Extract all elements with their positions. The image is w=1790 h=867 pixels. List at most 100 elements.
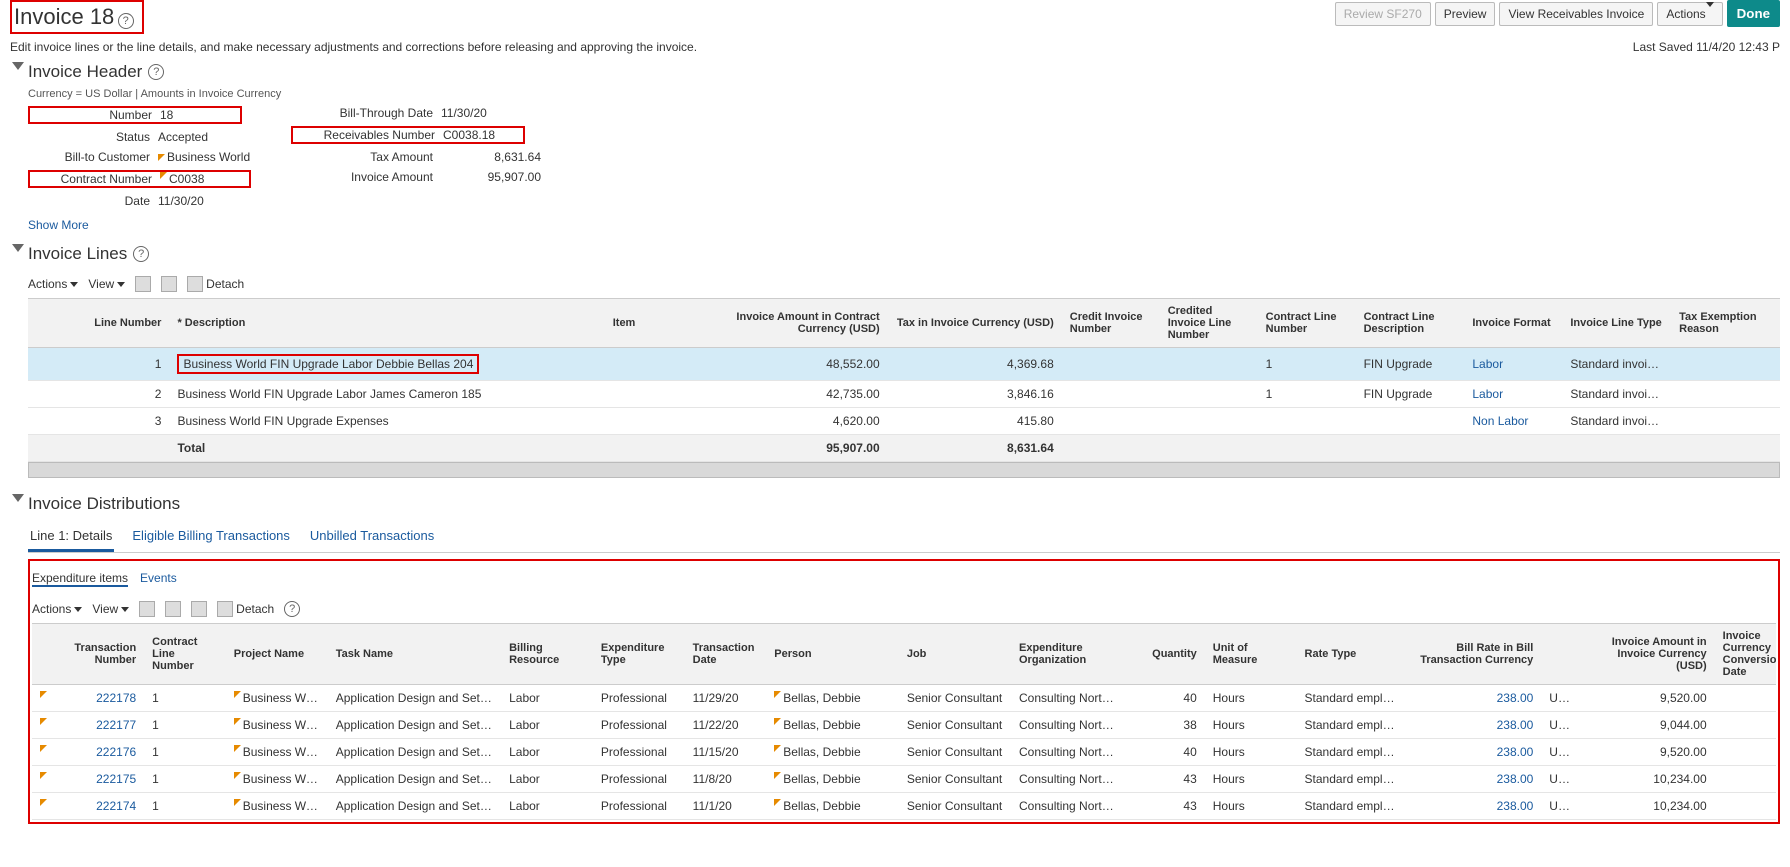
col-inv-line-type[interactable]: Invoice Line Type bbox=[1562, 299, 1671, 348]
col-inv-amt[interactable]: Invoice Amount in Contract Currency (USD… bbox=[714, 299, 888, 348]
col-tax[interactable]: Tax in Invoice Currency (USD) bbox=[888, 299, 1062, 348]
col-transaction-date[interactable]: Transaction Date bbox=[685, 624, 767, 685]
table-row[interactable]: 3Business World FIN Upgrade Expenses4,62… bbox=[28, 408, 1780, 435]
table-row[interactable]: 2221771Business World…Application Design… bbox=[32, 712, 1776, 739]
subtab-expenditure-items[interactable]: Expenditure items bbox=[32, 571, 128, 587]
flag-icon bbox=[160, 172, 167, 179]
col-bill-rate[interactable]: Bill Rate in Bill Transaction Currency bbox=[1409, 624, 1542, 685]
bill-to-value[interactable]: Business World bbox=[167, 150, 250, 164]
contract-label: Contract Number bbox=[30, 172, 160, 186]
col-uom[interactable]: Unit of Measure bbox=[1205, 624, 1297, 685]
cell-credited-line bbox=[1160, 408, 1258, 435]
help-icon[interactable]: ? bbox=[148, 64, 164, 80]
col-description[interactable]: * Description bbox=[169, 299, 604, 348]
cell-rate[interactable]: 238.00 bbox=[1409, 739, 1542, 766]
cell-proj: Business World… bbox=[226, 685, 328, 712]
col-contract-line[interactable]: Contract Line Number bbox=[1258, 299, 1356, 348]
view-receivables-button[interactable]: View Receivables Invoice bbox=[1499, 2, 1653, 26]
subtab-events[interactable]: Events bbox=[140, 571, 177, 587]
distributions-title: Invoice Distributions bbox=[28, 494, 180, 514]
cell-uom: Hours bbox=[1205, 766, 1297, 793]
format-icon[interactable] bbox=[135, 276, 151, 292]
cell-br: Labor bbox=[501, 793, 593, 820]
col-line-number[interactable]: Line Number bbox=[72, 299, 170, 348]
collapse-icon[interactable] bbox=[12, 62, 24, 70]
col-rate-type[interactable]: Rate Type bbox=[1297, 624, 1409, 685]
review-sf270-button[interactable]: Review SF270 bbox=[1335, 2, 1431, 26]
tab-line-details[interactable]: Line 1: Details bbox=[28, 522, 114, 552]
date-label: Date bbox=[28, 194, 158, 208]
table-row[interactable]: 1Business World FIN Upgrade Labor Debbie… bbox=[28, 348, 1780, 381]
cell-format[interactable]: Non Labor bbox=[1464, 408, 1562, 435]
tab-unbilled[interactable]: Unbilled Transactions bbox=[308, 522, 436, 552]
col-quantity[interactable]: Quantity bbox=[1133, 624, 1204, 685]
col-project[interactable]: Project Name bbox=[226, 624, 328, 685]
cell-person: Bellas, Debbie bbox=[766, 712, 899, 739]
cell-credit-inv bbox=[1062, 381, 1160, 408]
cell-org: Consulting Nort… bbox=[1011, 739, 1133, 766]
col-item[interactable]: Item bbox=[605, 299, 714, 348]
tab-eligible-billing[interactable]: Eligible Billing Transactions bbox=[130, 522, 292, 552]
table-row[interactable]: 2221741Business World…Application Design… bbox=[32, 793, 1776, 820]
help-icon[interactable]: ? bbox=[284, 601, 300, 617]
cell-txn[interactable]: 222176 bbox=[63, 739, 145, 766]
cell-rate[interactable]: 238.00 bbox=[1409, 712, 1542, 739]
actions-menu[interactable]: Actions bbox=[28, 277, 78, 291]
last-saved: Last Saved 11/4/20 12:43 P bbox=[1633, 40, 1780, 54]
freeze-icon[interactable] bbox=[165, 601, 181, 617]
cell-rate[interactable]: 238.00 bbox=[1409, 793, 1542, 820]
table-row[interactable]: 2221751Business World…Application Design… bbox=[32, 766, 1776, 793]
cell-txn[interactable]: 222174 bbox=[63, 793, 145, 820]
col-exp-org[interactable]: Expenditure Organization bbox=[1011, 624, 1133, 685]
view-menu[interactable]: View bbox=[92, 602, 129, 616]
cell-txn[interactable]: 222177 bbox=[63, 712, 145, 739]
done-button[interactable]: Done bbox=[1727, 0, 1780, 27]
cell-rate[interactable]: 238.00 bbox=[1409, 766, 1542, 793]
col-inv-amt[interactable]: Invoice Amount in Invoice Currency (USD) bbox=[1582, 624, 1715, 685]
col-credit-inv[interactable]: Credit Invoice Number bbox=[1062, 299, 1160, 348]
cell-job: Senior Consultant bbox=[899, 685, 1011, 712]
format-icon[interactable] bbox=[139, 601, 155, 617]
cell-format[interactable]: Labor bbox=[1464, 348, 1562, 381]
cell-txn[interactable]: 222175 bbox=[63, 766, 145, 793]
collapse-icon[interactable] bbox=[12, 494, 24, 502]
cell-txn[interactable]: 222178 bbox=[63, 685, 145, 712]
show-more-link[interactable]: Show More bbox=[28, 218, 89, 232]
wrap-icon[interactable] bbox=[191, 601, 207, 617]
col-contract-line-num[interactable]: Contract Line Number bbox=[144, 624, 226, 685]
view-menu[interactable]: View bbox=[88, 277, 125, 291]
detach-button[interactable]: Detach bbox=[187, 276, 244, 292]
col-inv-format[interactable]: Invoice Format bbox=[1464, 299, 1562, 348]
col-job[interactable]: Job bbox=[899, 624, 1011, 685]
col-credited-line[interactable]: Credited Invoice Line Number bbox=[1160, 299, 1258, 348]
col-person[interactable]: Person bbox=[766, 624, 899, 685]
horizontal-scrollbar[interactable] bbox=[28, 462, 1780, 478]
cell-task: Application Design and Setup bbox=[328, 793, 501, 820]
collapse-icon[interactable] bbox=[12, 244, 24, 252]
wrap-icon[interactable] bbox=[161, 276, 177, 292]
col-task[interactable]: Task Name bbox=[328, 624, 501, 685]
col-billing-resource[interactable]: Billing Resource bbox=[501, 624, 593, 685]
actions-menu[interactable]: Actions bbox=[32, 602, 82, 616]
cell-person: Bellas, Debbie bbox=[766, 739, 899, 766]
cell-format[interactable]: Labor bbox=[1464, 381, 1562, 408]
table-row[interactable]: 2221761Business World…Application Design… bbox=[32, 739, 1776, 766]
col-expenditure-type[interactable]: Expenditure Type bbox=[593, 624, 685, 685]
table-row[interactable]: 2Business World FIN Upgrade Labor James … bbox=[28, 381, 1780, 408]
help-icon[interactable]: ? bbox=[133, 246, 149, 262]
cell-rt: Standard emplo… bbox=[1297, 685, 1409, 712]
cell-br: Labor bbox=[501, 766, 593, 793]
col-contract-desc[interactable]: Contract Line Description bbox=[1356, 299, 1465, 348]
col-conv-date[interactable]: Invoice Currency Conversion Date bbox=[1715, 624, 1776, 685]
cell-rt: Standard emplo… bbox=[1297, 712, 1409, 739]
detach-button[interactable]: Detach bbox=[217, 601, 274, 617]
preview-button[interactable]: Preview bbox=[1435, 2, 1496, 26]
actions-button[interactable]: Actions bbox=[1657, 2, 1722, 26]
cell-contract-desc: FIN Upgrade bbox=[1356, 381, 1465, 408]
col-transaction-number[interactable]: Transaction Number bbox=[63, 624, 145, 685]
cell-rate[interactable]: 238.00 bbox=[1409, 685, 1542, 712]
help-icon[interactable]: ? bbox=[118, 13, 134, 29]
col-tax-exempt[interactable]: Tax Exemption Reason bbox=[1671, 299, 1780, 348]
contract-value[interactable]: C0038 bbox=[169, 172, 249, 186]
table-row[interactable]: 2221781Business World…Application Design… bbox=[32, 685, 1776, 712]
